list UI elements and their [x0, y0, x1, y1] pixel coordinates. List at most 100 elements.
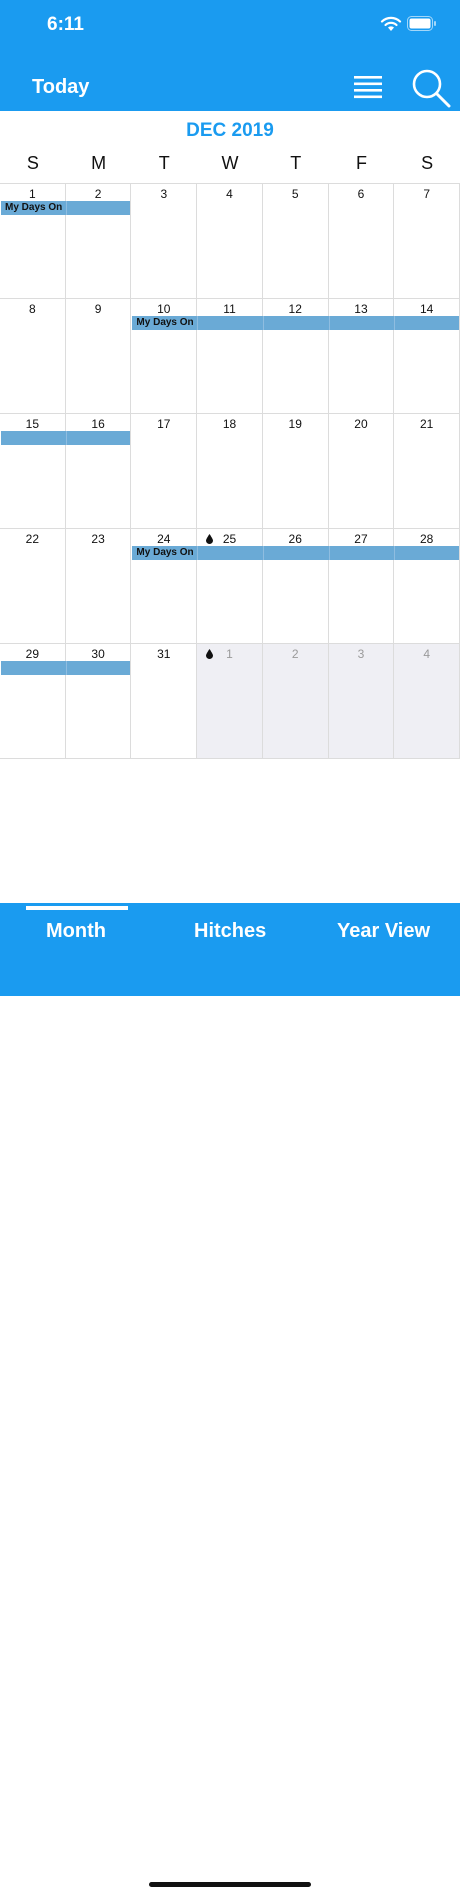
- day-cell[interactable]: 17: [131, 414, 198, 528]
- month-title: DEC 2019: [186, 120, 274, 141]
- day-cell[interactable]: 19: [262, 414, 329, 528]
- day-number: 6: [357, 187, 365, 201]
- day-cell-other-month[interactable]: 1: [197, 644, 263, 758]
- day-cell[interactable]: 23: [65, 529, 132, 643]
- day-cell-other-month[interactable]: 4: [394, 644, 460, 758]
- event-bar[interactable]: [1, 431, 131, 445]
- event-bar-divider: [65, 661, 67, 675]
- weekday-label: S: [26, 153, 39, 173]
- calendar-grid: 1 2 3 4 5 6 7 My Days On 8 9 10 11 12 13 14 My Days On 1…: [0, 183, 460, 759]
- day-number: 19: [288, 417, 302, 431]
- day-cell[interactable]: 8: [0, 299, 66, 413]
- event-bar-divider: [262, 546, 264, 560]
- event-bar-divider: [197, 316, 199, 330]
- day-number: 13: [354, 302, 368, 316]
- event-bar-divider: [328, 316, 330, 330]
- home-indicator: [149, 1882, 311, 1887]
- day-number: 27: [354, 532, 368, 546]
- day-cell[interactable]: 31: [131, 644, 198, 758]
- weekday-label: F: [355, 153, 367, 173]
- day-number: 11: [223, 302, 236, 316]
- weekday-label: M: [91, 153, 107, 173]
- day-cell[interactable]: 4: [197, 184, 263, 298]
- event-bar[interactable]: My Days On: [1, 201, 131, 215]
- day-number: 2: [94, 187, 102, 201]
- day-cell-other-month[interactable]: 2: [262, 644, 329, 758]
- status-bar: 6:11: [0, 0, 460, 56]
- week-row: 1 2 3 4 5 6 7 My Days On: [0, 184, 460, 299]
- day-cell[interactable]: 22: [0, 529, 66, 643]
- event-bar-divider: [262, 316, 264, 330]
- status-time: 6:11: [47, 14, 84, 35]
- event-bar-divider: [394, 546, 396, 560]
- tab-year-view[interactable]: Year View: [337, 920, 430, 943]
- day-number: 7: [423, 187, 431, 201]
- tab-selected-indicator: [26, 906, 128, 910]
- event-label: My Days On: [136, 317, 194, 328]
- day-cell[interactable]: 7: [394, 184, 460, 298]
- day-number: 22: [25, 532, 40, 546]
- day-number: 15: [25, 417, 40, 431]
- day-number: 21: [419, 417, 434, 431]
- day-number: 26: [288, 532, 302, 546]
- day-number: 23: [91, 532, 105, 546]
- event-bar-divider: [394, 316, 396, 330]
- day-number: 9: [94, 302, 102, 316]
- day-number: 3: [160, 187, 168, 201]
- tab-hitches[interactable]: Hitches: [194, 920, 266, 943]
- event-bar-divider: [65, 201, 67, 215]
- day-cell-other-month[interactable]: 3: [328, 644, 395, 758]
- weekday-label: T: [158, 153, 170, 173]
- day-number: 24: [157, 532, 171, 546]
- day-number: 8: [29, 302, 36, 316]
- event-bar[interactable]: [1, 661, 131, 675]
- day-number: 4: [423, 647, 431, 661]
- event-label: My Days On: [5, 202, 63, 213]
- nav-bar: Today: [0, 56, 460, 111]
- day-cell[interactable]: 9: [65, 299, 132, 413]
- day-number: 16: [91, 417, 105, 431]
- day-number: 10: [157, 302, 171, 316]
- day-number: 5: [291, 187, 299, 201]
- day-number: 4: [226, 187, 233, 201]
- weekday-label: S: [421, 153, 434, 173]
- drop-icon: [206, 534, 214, 544]
- day-number: 14: [419, 302, 434, 316]
- day-cell[interactable]: 21: [394, 414, 460, 528]
- tab-month[interactable]: Month: [46, 920, 106, 943]
- wifi-icon: [380, 16, 402, 31]
- event-bar[interactable]: My Days On: [132, 316, 459, 330]
- event-bar-divider: [65, 431, 67, 445]
- day-number: 18: [222, 417, 237, 431]
- day-number: 2: [291, 647, 299, 661]
- search-icon[interactable]: [410, 68, 452, 108]
- list-icon[interactable]: [353, 74, 383, 102]
- event-bar-divider: [197, 546, 199, 560]
- day-cell[interactable]: 5: [262, 184, 329, 298]
- day-number: 12: [288, 302, 302, 316]
- day-number: 20: [354, 417, 368, 431]
- day-cell[interactable]: 18: [197, 414, 263, 528]
- day-number: 1: [29, 187, 36, 201]
- day-number: 28: [419, 532, 434, 546]
- battery-icon: [407, 16, 436, 31]
- event-bar-divider: [328, 546, 330, 560]
- weekday-label: W: [221, 153, 239, 173]
- week-row: 15 16 17 18 19 20 21: [0, 414, 460, 529]
- day-number: 29: [25, 647, 40, 661]
- day-cell[interactable]: 6: [328, 184, 395, 298]
- weekday-label: T: [290, 153, 302, 173]
- event-bar[interactable]: My Days On: [132, 546, 459, 560]
- day-cell[interactable]: 20: [328, 414, 395, 528]
- week-row: 29 30 31 1 2 3 4: [0, 644, 460, 759]
- week-row: 8 9 10 11 12 13 14 My Days On: [0, 299, 460, 414]
- day-cell[interactable]: 3: [131, 184, 198, 298]
- tab-bar: Month Hitches Year View: [0, 903, 460, 1887]
- event-label: My Days On: [136, 547, 194, 558]
- week-row: 22 23 24 25 26 27 28 My Days On: [0, 529, 460, 644]
- day-number: 30: [91, 647, 105, 661]
- today-button[interactable]: Today: [32, 76, 89, 99]
- day-number: 3: [357, 647, 365, 661]
- day-number: 31: [157, 647, 171, 661]
- day-number: 17: [157, 417, 171, 431]
